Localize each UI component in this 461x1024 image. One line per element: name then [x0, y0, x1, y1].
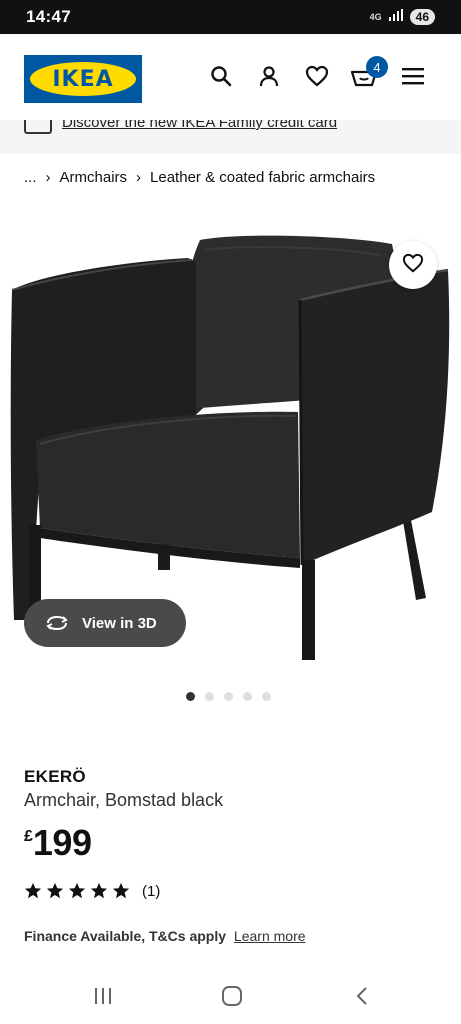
back-icon[interactable] [349, 984, 375, 1008]
star-icon [68, 882, 86, 899]
chevron-right-icon: › [136, 169, 142, 186]
heart-icon [402, 253, 424, 278]
star-icon [90, 882, 108, 899]
carousel-dot-3[interactable] [224, 692, 233, 701]
status-indicators: 4G 46 [370, 8, 435, 26]
card-icon [24, 120, 52, 134]
product-name: EKERÖ [24, 767, 86, 786]
signal-icon [388, 8, 403, 26]
star-icon [24, 882, 42, 899]
breadcrumb-armchairs[interactable]: Armchairs [60, 169, 128, 186]
product-rating[interactable]: (1) [24, 882, 160, 900]
chevron-right-icon: › [45, 169, 51, 186]
account-icon[interactable] [255, 62, 283, 90]
battery-indicator: 46 [409, 9, 435, 25]
price-value: 199 [32, 822, 92, 863]
star-icon [46, 882, 64, 899]
view-in-3d-label: View in 3D [82, 614, 157, 632]
product-price: £ 199 [24, 822, 92, 864]
view-in-3d-button[interactable]: View in 3D [24, 599, 186, 647]
ikea-logo[interactable]: IKEA [24, 55, 142, 103]
add-to-favourites-button[interactable] [389, 241, 437, 289]
status-bar: 14:47 4G 46 [0, 0, 461, 34]
status-time: 14:47 [26, 7, 71, 26]
breadcrumb-leather-armchairs[interactable]: Leather & coated fabric armchairs [150, 169, 375, 186]
learn-more-link[interactable]: Learn more [234, 928, 306, 944]
rating-stars [24, 882, 130, 900]
promo-banner[interactable]: Discover the new IKEA Family credit card [0, 120, 461, 154]
carousel-dot-5[interactable] [262, 692, 271, 701]
logo-text: IKEA [52, 66, 114, 92]
carousel-dot-4[interactable] [243, 692, 252, 701]
rating-count: (1) [142, 882, 161, 900]
system-nav-bar [0, 968, 461, 1024]
cart-count-badge: 4 [366, 56, 388, 78]
carousel-dot-2[interactable] [205, 692, 214, 701]
network-label: 4G [369, 12, 382, 22]
finance-text: Finance Available, T&Cs apply [24, 928, 227, 944]
home-icon[interactable] [219, 984, 245, 1008]
heart-icon[interactable] [303, 62, 331, 90]
menu-icon[interactable] [399, 62, 427, 90]
logo-oval: IKEA [30, 62, 136, 96]
recent-apps-icon[interactable] [90, 984, 116, 1008]
price-currency: £ [24, 828, 33, 845]
star-icon [112, 882, 130, 899]
rotate-3d-icon [44, 612, 72, 634]
promo-link[interactable]: Discover the new IKEA Family credit card [62, 120, 337, 131]
carousel-dot-1[interactable] [186, 692, 195, 701]
product-description: Armchair, Bomstad black [24, 790, 224, 810]
site-header: IKEA 4 [0, 34, 461, 120]
breadcrumb: ... › Armchairs › Leather & coated fabri… [24, 169, 375, 186]
finance-info: Finance Available, T&Cs apply Learn more [24, 928, 306, 944]
breadcrumb-ellipsis[interactable]: ... [24, 169, 37, 186]
search-icon[interactable] [207, 62, 235, 90]
carousel-dots [186, 692, 271, 701]
